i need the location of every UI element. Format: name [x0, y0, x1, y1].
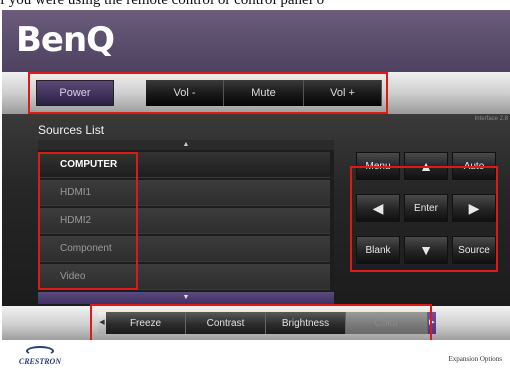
scroll-down-icon[interactable]: ▼ [38, 292, 334, 304]
scroll-up-icon[interactable]: ▲ [38, 140, 334, 150]
enter-button[interactable]: Enter [404, 194, 448, 222]
volume-up-button[interactable]: Vol + [304, 80, 382, 106]
page-caption: f you were using the remote control or c… [0, 0, 325, 8]
sources-list-title: Sources List [38, 123, 105, 137]
right-arrow-icon[interactable]: ▶ [452, 194, 496, 222]
source-item-hdmi1[interactable]: HDMI1 [40, 180, 330, 206]
top-control-bar: Power Vol - Mute Vol + [2, 72, 510, 114]
auto-button[interactable]: Auto [452, 152, 496, 180]
freeze-button[interactable]: Freeze [106, 312, 186, 334]
up-arrow-icon[interactable]: ▲ [404, 152, 448, 180]
source-item-video[interactable]: Video [40, 264, 330, 290]
source-item-computer[interactable]: COMPUTER [40, 152, 330, 178]
mute-button[interactable]: Mute [224, 80, 304, 106]
source-button[interactable]: Source [452, 236, 496, 264]
brightness-button[interactable]: Brightness [266, 312, 346, 334]
color-button[interactable]: Color [346, 312, 428, 334]
menu-button[interactable]: Menu [356, 152, 400, 180]
power-button[interactable]: Power [36, 80, 114, 106]
bottom-control-bar: ◀ Freeze Contrast Brightness Color ▶ [2, 306, 510, 340]
main-area: Interface 2.8 Sources List ▲ COMPUTER HD… [2, 114, 510, 306]
source-item-hdmi2[interactable]: HDMI2 [40, 208, 330, 234]
crestron-logo: CRESTRON [16, 344, 64, 368]
down-arrow-icon[interactable]: ▼ [404, 236, 448, 264]
source-item-component[interactable]: Component [40, 236, 330, 262]
projector-control-panel: BenQ Power Vol - Mute Vol + Interface 2.… [2, 10, 510, 340]
expansion-options-link[interactable]: Expansion Options [449, 355, 502, 363]
footer: CRESTRON Expansion Options [0, 340, 510, 371]
sources-list: ▲ COMPUTER HDMI1 HDMI2 Component Video ▼ [38, 140, 334, 304]
scroll-left-icon[interactable]: ◀ [98, 312, 106, 334]
navigation-pad: Menu ▲ Auto ◀ Enter ▶ Blank ▼ Source [354, 150, 500, 270]
crestron-label: CRESTRON [18, 357, 62, 366]
volume-down-button[interactable]: Vol - [146, 80, 224, 106]
contrast-button[interactable]: Contrast [186, 312, 266, 334]
blank-button[interactable]: Blank [356, 236, 400, 264]
interface-version: Interface 2.8 [474, 116, 508, 122]
header: BenQ [2, 10, 510, 72]
benq-logo: BenQ [16, 20, 115, 60]
scroll-right-icon[interactable]: ▶ [428, 312, 436, 334]
crestron-swoosh-icon [26, 346, 54, 356]
left-arrow-icon[interactable]: ◀ [356, 194, 400, 222]
